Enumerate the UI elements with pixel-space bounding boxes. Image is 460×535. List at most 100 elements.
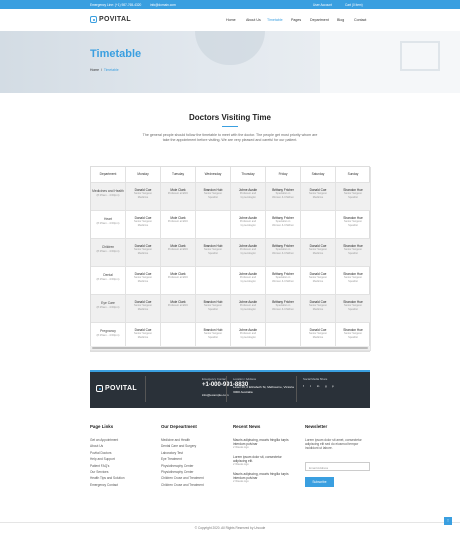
doctor-slot[interactable]: Johne Austin Professor and Gynecologist: [231, 239, 266, 267]
footer-link[interactable]: Get an Appointment: [90, 438, 118, 442]
topbar-email[interactable]: info@domain.com: [150, 3, 176, 7]
doctor-slot[interactable]: Brittany Fricher Specialist on Women & Chi…: [266, 183, 301, 211]
doctor-slot[interactable]: Johne Austin Professor and Gynecologist: [231, 183, 266, 211]
footer-dept-link[interactable]: Children Cruse and Treatment: [161, 476, 204, 480]
google-icon[interactable]: g: [325, 384, 328, 388]
news-title[interactable]: Mauris adipiscing, mauris fringilla turp…: [233, 438, 293, 446]
doctor-name[interactable]: Brandon Hub: [196, 239, 230, 248]
footer-link[interactable]: Health Tips and Solution: [90, 476, 125, 480]
doctor-name[interactable]: Shandon Hue: [336, 295, 370, 304]
doctor-slot[interactable]: Donald Coe Senior Surgeon Medicine: [126, 295, 161, 323]
doctor-name[interactable]: Brittany Fricher: [266, 183, 300, 192]
doctor-slot[interactable]: Brittany Fricher Specialist on Women & Chi…: [266, 211, 301, 239]
doctor-name[interactable]: Donald Coe: [301, 295, 335, 304]
scroll-top-button[interactable]: ↑: [444, 517, 452, 525]
doctor-name[interactable]: Mole Clark: [161, 183, 195, 192]
doctor-name[interactable]: Shandon Hue: [336, 267, 370, 276]
cart-link[interactable]: Cart (0 item): [345, 3, 363, 7]
facebook-icon[interactable]: f: [303, 384, 306, 388]
doctor-slot[interactable]: Donald Coe Senior Surgeon Medicine: [126, 239, 161, 267]
doctor-name[interactable]: Donald Coe: [301, 323, 335, 332]
doctor-name[interactable]: Donald Coe: [126, 239, 160, 248]
footer-dept-link[interactable]: Children Cruse and Treatment: [161, 483, 204, 487]
news-title[interactable]: Lorem ipsum dolor sit, consectetur adipi…: [233, 455, 293, 463]
doctor-name[interactable]: Mole Clark: [161, 211, 195, 220]
doctor-name[interactable]: Donald Coe: [126, 323, 160, 332]
doctor-name[interactable]: Johne Austin: [231, 183, 265, 192]
doctor-slot[interactable]: Donald Coe Senior Surgeon Medicine: [126, 267, 161, 295]
doctor-slot[interactable]: Donald Coe Senior Surgeon Medicine: [301, 239, 336, 267]
doctor-name[interactable]: Mole Clark: [161, 239, 195, 248]
nav-contact[interactable]: Contact: [354, 18, 366, 22]
footer-dept-link[interactable]: Physiotheraphy Center: [161, 464, 193, 468]
doctor-slot[interactable]: Brandon Hub Senior Surgeon Spesilist: [196, 183, 231, 211]
doctor-name[interactable]: Brittany Fricher: [266, 239, 300, 248]
doctor-name[interactable]: Donald Coe: [301, 183, 335, 192]
doctor-name[interactable]: Shandon Hue: [336, 183, 370, 192]
scrollbar-thumb[interactable]: [92, 347, 368, 349]
footer-link[interactable]: Our Services: [90, 470, 108, 474]
contact-email[interactable]: info@example.com: [202, 393, 229, 397]
footer-link[interactable]: Emergency Contact: [90, 483, 118, 487]
doctor-name[interactable]: Donald Coe: [301, 239, 335, 248]
footer-dept-link[interactable]: Laboratory Test: [161, 451, 183, 455]
nav-pages[interactable]: Pages: [291, 18, 301, 22]
doctor-slot[interactable]: Shandon Hue Senior Surgeon Spesilist: [336, 211, 371, 239]
footer-dept-link[interactable]: Physiotheraphy Center: [161, 470, 193, 474]
site-logo[interactable]: POVITAL: [99, 16, 131, 23]
nav-home[interactable]: Home: [226, 18, 236, 22]
news-item[interactable]: Lorem ipsum dolor sit, consectetur adipi…: [233, 455, 293, 467]
linkedin-icon[interactable]: in: [317, 384, 320, 388]
doctor-slot[interactable]: Mole Clark Professor at ENC: [161, 295, 196, 323]
doctor-slot[interactable]: Brandon Hub Senior Surgeon Spesilist: [196, 295, 231, 323]
news-item[interactable]: Mauris adipiscing, mauris fringilla turp…: [233, 438, 293, 450]
footer-dept-link[interactable]: Eye Treatment: [161, 457, 182, 461]
footer-dept-link[interactable]: Medicine and Health: [161, 438, 190, 442]
doctor-name[interactable]: Donald Coe: [126, 267, 160, 276]
doctor-slot[interactable]: Donald Coe Senior Surgeon Medicine: [301, 295, 336, 323]
doctor-slot[interactable]: Mole Clark Professor at ENC: [161, 211, 196, 239]
doctor-name[interactable]: Brittany Fricher: [266, 295, 300, 304]
doctor-name[interactable]: Johne Austin: [231, 295, 265, 304]
doctor-slot[interactable]: Donald Coe Senior Surgeon Medicine: [301, 267, 336, 295]
doctor-name[interactable]: Shandon Hue: [336, 239, 370, 248]
doctor-name[interactable]: Donald Coe: [126, 211, 160, 220]
doctor-slot[interactable]: Donald Coe Senior Surgeon Medicine: [301, 183, 336, 211]
doctor-slot[interactable]: Brandon Hub Senior Surgeon Spesilist: [196, 239, 231, 267]
breadcrumb-home[interactable]: Home: [90, 68, 99, 72]
doctor-slot[interactable]: Brittany Fricher Specialist on Women & Chi…: [266, 295, 301, 323]
doctor-slot[interactable]: Shandon Hue Senior Surgeon Spesilist: [336, 267, 371, 295]
subscribe-button[interactable]: Subscribe: [305, 477, 334, 487]
user-account-link[interactable]: User Account: [313, 3, 332, 7]
doctor-name[interactable]: Johne Austin: [231, 239, 265, 248]
doctor-name[interactable]: Brittany Fricher: [266, 267, 300, 276]
doctor-name[interactable]: Brandon Hub: [196, 295, 230, 304]
doctor-name[interactable]: Shandon Hue: [336, 323, 370, 332]
doctor-name[interactable]: Brandon Hub: [196, 183, 230, 192]
doctor-slot[interactable]: Shandon Hue Senior Surgeon Spesilist: [336, 183, 371, 211]
doctor-slot[interactable]: Brittany Fricher Specialist on Women & Chi…: [266, 239, 301, 267]
doctor-slot[interactable]: Johne Austin Professor and Gynecologist: [231, 267, 266, 295]
footer-logo[interactable]: POVITAL: [105, 385, 137, 392]
doctor-slot[interactable]: Mole Clark Professor at ENC: [161, 239, 196, 267]
doctor-slot[interactable]: Johne Austin Professor and Gynecologist: [231, 211, 266, 239]
doctor-slot[interactable]: Shandon Hue Senior Surgeon Spesilist: [336, 295, 371, 323]
doctor-name[interactable]: Shandon Hue: [336, 211, 370, 220]
table-scrollbar[interactable]: [90, 346, 370, 350]
nav-timetable[interactable]: Timetable: [267, 18, 283, 22]
news-title[interactable]: Mauris adipiscing, mauris fringilla turp…: [233, 472, 293, 480]
doctor-name[interactable]: Johne Austin: [231, 211, 265, 220]
doctor-name[interactable]: Donald Coe: [126, 183, 160, 192]
pinterest-icon[interactable]: p: [332, 384, 335, 388]
footer-link[interactable]: Povital Doctors: [90, 451, 111, 455]
doctor-name[interactable]: Johne Austin: [231, 323, 265, 332]
doctor-slot[interactable]: Brittany Fricher Specialist on Women & Chi…: [266, 267, 301, 295]
newsletter-email-input[interactable]: Email Address: [305, 462, 370, 471]
doctor-name[interactable]: Johne Austin: [231, 267, 265, 276]
doctor-name[interactable]: Brittany Fricher: [266, 211, 300, 220]
doctor-name[interactable]: Brandon Hub: [196, 323, 230, 332]
footer-link[interactable]: About Us: [90, 444, 103, 448]
footer-link[interactable]: Help and Support: [90, 457, 115, 461]
doctor-slot[interactable]: Johne Austin Professor and Gynecologist: [231, 295, 266, 323]
doctor-slot[interactable]: Mole Clark Professor at ENC: [161, 267, 196, 295]
